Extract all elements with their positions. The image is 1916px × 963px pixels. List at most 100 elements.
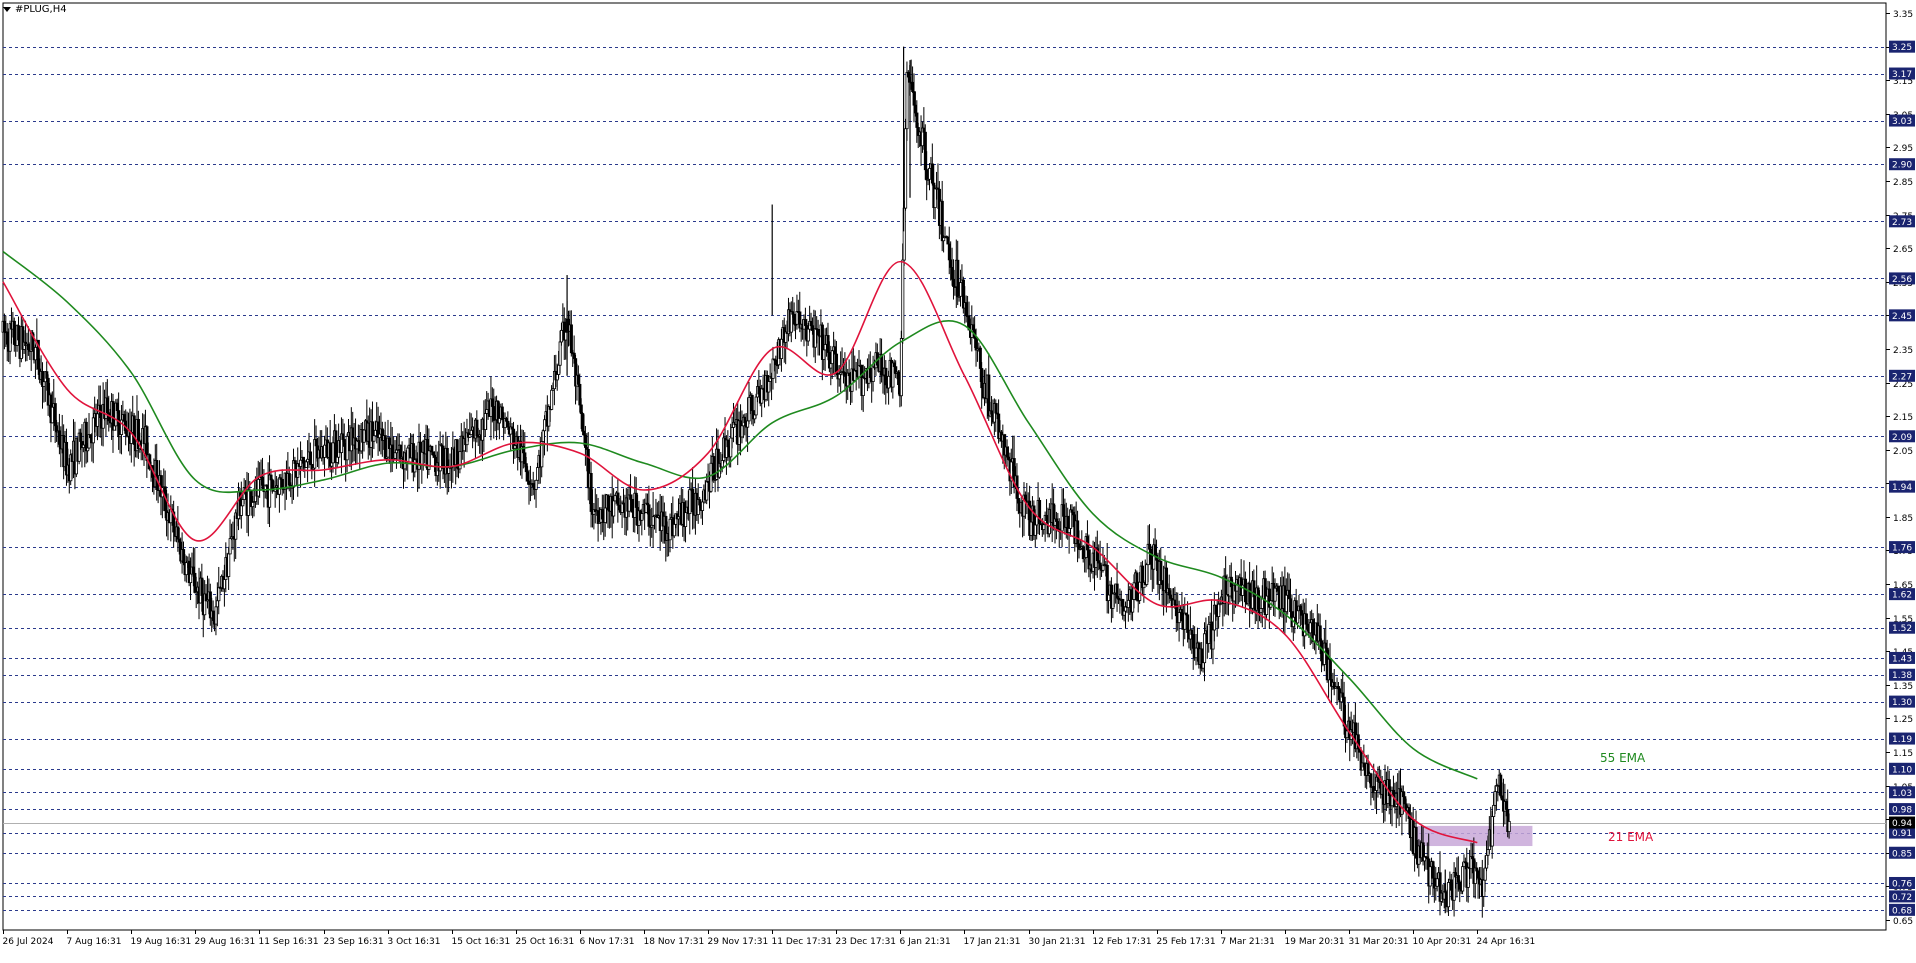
svg-text:2.09: 2.09 [1892,433,1912,443]
y-tick-label: 2.65 [1893,245,1913,255]
candle [1248,561,1252,628]
level-price-badge: 1.10 [1889,762,1915,775]
level-price-badge: 0.76 [1889,876,1915,889]
level-price-badge: 1.62 [1889,588,1915,601]
x-tick-label: 11 Dec 17:31 [772,937,833,947]
candle [390,426,394,472]
candle [145,425,149,478]
candle [1452,862,1456,917]
candle [184,555,188,583]
candle [1183,597,1187,640]
candle [750,393,754,425]
candle [42,381,46,403]
candle [371,401,375,458]
candle [647,485,651,536]
y-tick-label: 2.05 [1893,447,1913,457]
candle [794,323,798,340]
candle [1080,530,1084,549]
candle [1101,548,1105,573]
candle [1499,772,1503,799]
candle [576,365,580,388]
candle [1341,671,1345,701]
candle [1308,611,1312,646]
candle [172,500,176,548]
candle [688,478,692,535]
candle [671,496,675,549]
candle [5,323,9,362]
candle [65,428,69,486]
plot-frame [2,2,1887,931]
candle [789,301,793,343]
price-axis[interactable]: 0.650.750.850.951.051.151.251.351.451.55… [1886,10,1915,927]
candle [921,121,925,153]
candle [600,494,604,533]
candle [1038,497,1042,535]
candle [120,405,124,455]
candle [87,413,91,450]
time-axis[interactable]: 26 Jul 2024 7 Aug 16:31 19 Aug 16:31 29 Aug… [3,930,1536,947]
candle [713,477,717,493]
svg-text:0.94: 0.94 [1892,819,1912,829]
candles [1,46,1511,918]
candle [808,305,812,333]
level-price-badge: 1.38 [1889,668,1915,681]
candle [1105,543,1109,614]
svg-text:1.03: 1.03 [1892,789,1912,799]
candle [967,301,971,331]
level-price-badge: 1.76 [1889,541,1915,554]
candle [1086,520,1090,552]
x-tick-label: 12 Feb 17:31 [1093,937,1152,947]
candle [753,414,757,424]
svg-text:1.38: 1.38 [1892,671,1912,681]
x-tick-label: 23 Sep 16:31 [324,937,384,947]
y-tick-label: 1.25 [1893,715,1913,725]
candle [313,419,317,487]
candle [1165,561,1169,613]
candle [959,269,963,307]
candle [208,583,212,626]
candle [438,431,442,489]
candle [930,143,934,186]
svg-text:0.85: 0.85 [1892,849,1912,859]
candle [256,460,260,505]
candle [1135,570,1139,602]
price-chart[interactable]: 55 EMA21 EMA0.650.750.850.951.051.151.25… [0,0,1916,963]
candle [620,500,624,529]
candle [622,488,626,506]
candle [1121,598,1125,620]
svg-text:1.94: 1.94 [1892,483,1912,493]
dropdown-triangle-icon[interactable] [3,6,11,12]
candle [593,488,597,524]
y-tick-label: 1.85 [1893,514,1913,524]
x-tick-label: 11 Sep 16:31 [259,937,319,947]
candle [292,448,296,500]
candle [355,438,359,465]
ema21-annotation: 21 EMA [1608,830,1654,844]
x-tick-label: 26 Jul 2024 [3,937,54,947]
level-price-badge: 2.73 [1889,215,1915,228]
ema21-line [2,260,1478,844]
level-price-badge: 2.09 [1889,430,1915,443]
candle [84,417,88,464]
x-tick-label: 17 Jan 21:31 [964,937,1021,947]
candle [1141,560,1145,597]
x-tick-label: 31 Mar 20:31 [1349,937,1409,947]
candle [341,418,345,442]
candle [340,417,344,474]
candle [1466,866,1470,903]
candle [740,410,744,444]
chart-window[interactable]: #PLUG,H4 55 EMA21 EMA0.650.750.850.951.0… [0,0,1916,963]
svg-text:1.30: 1.30 [1892,698,1912,708]
candle [835,340,839,376]
x-tick-label: 30 Jan 21:31 [1029,937,1086,947]
candle [1118,588,1122,614]
candle [1022,482,1026,536]
svg-text:0.76: 0.76 [1892,879,1912,889]
svg-text:3.03: 3.03 [1892,117,1912,127]
current-price-badge: 0.94 [1889,816,1915,829]
candle [612,488,616,524]
svg-text:2.90: 2.90 [1892,161,1912,171]
candle [813,310,817,363]
candle [111,393,115,453]
candle [277,474,281,513]
